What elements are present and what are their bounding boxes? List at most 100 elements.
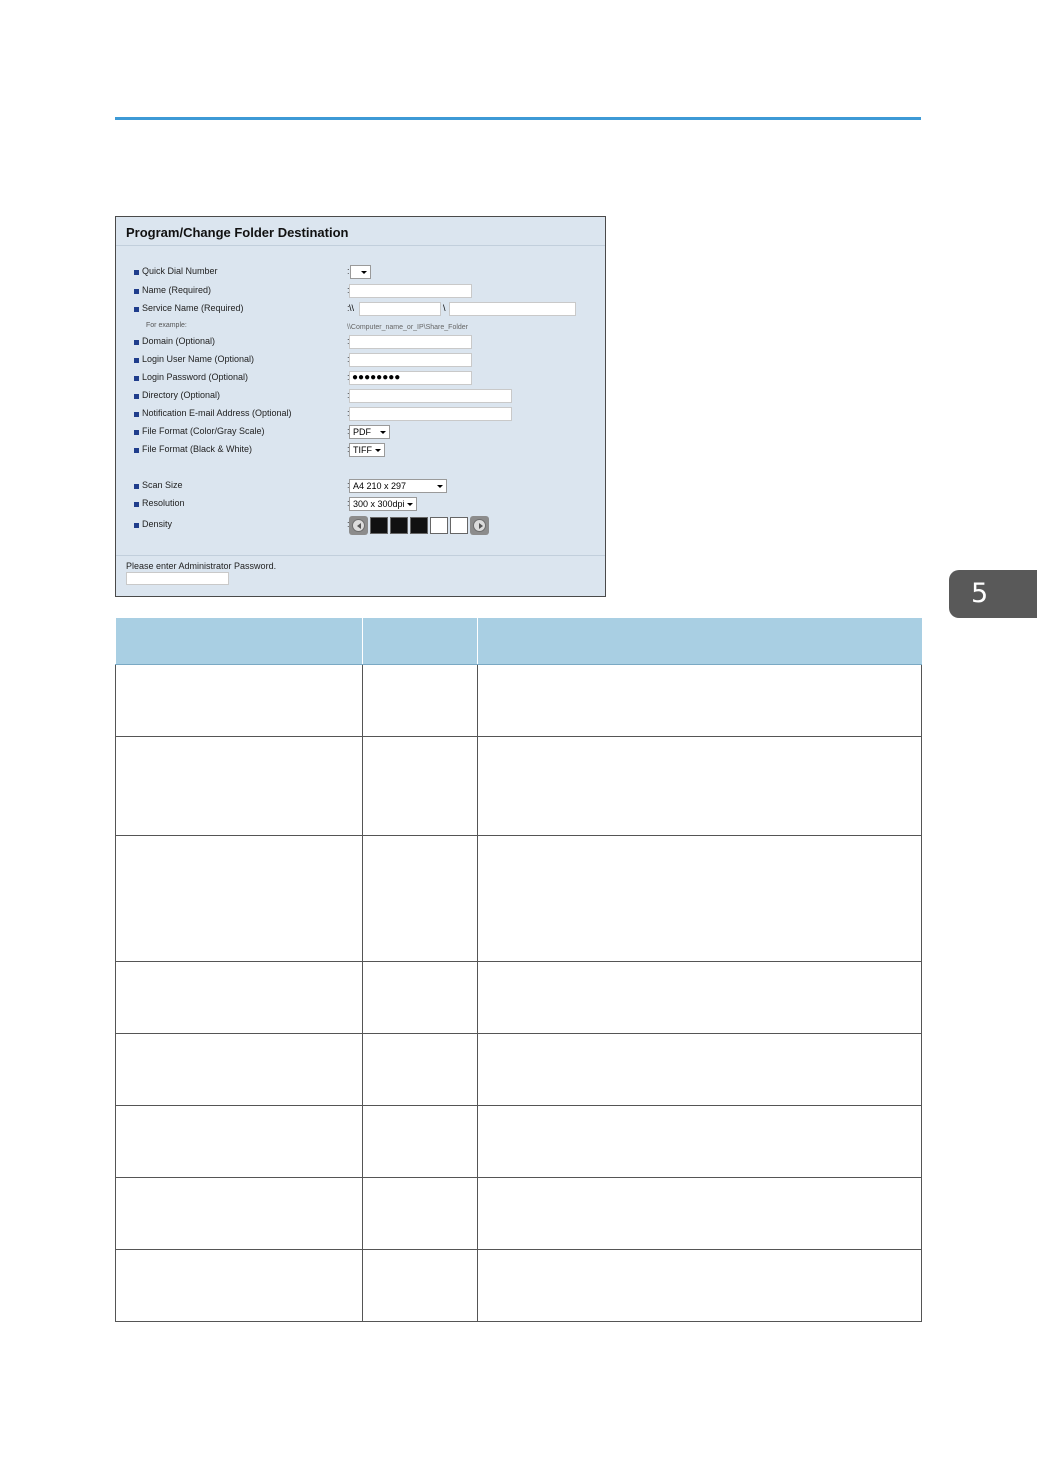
file-format-color-select[interactable]: PDF [349,425,390,439]
unc-prefix: \\ [349,303,355,313]
resolution-select[interactable]: 300 x 300dpi [349,497,417,511]
field-name: Name (Required) : [116,284,605,300]
field-label: Quick Dial Number [142,266,218,276]
scan-size-select[interactable]: A4 210 x 297 [349,479,447,493]
field-domain: Domain (Optional) : [116,335,605,351]
select-value: 300 x 300dpi [353,499,405,509]
admin-password-input[interactable] [126,572,229,585]
table-cell [477,960,922,1034]
field-label: Notification E-mail Address (Optional) [142,408,292,418]
table-cell [115,1104,363,1178]
panel-title: Program/Change Folder Destination [126,225,349,240]
table-cell [115,1176,363,1250]
field-service-name: Service Name (Required) : \\ \ [116,302,605,318]
table-cell [115,1248,363,1322]
field-label: Density [142,519,173,529]
notification-email-input[interactable] [349,407,512,421]
table-header-cell [362,618,478,665]
chevron-down-icon [375,449,381,452]
field-label: Name (Required) [142,285,212,295]
table-row [115,664,922,737]
bullet-icon [134,340,139,345]
bullet-icon [134,270,139,275]
table-cell [477,1032,922,1106]
density-cell [430,517,448,534]
directory-input[interactable] [349,389,512,403]
field-login-password: Login Password (Optional) : ●●●●●●●● [116,371,605,387]
density-control [349,516,490,535]
table-cell [362,1032,478,1106]
field-label: Resolution [142,498,185,508]
table-cell [362,664,478,737]
title-divider [116,245,605,246]
bullet-icon [134,289,139,294]
service-computer-input[interactable] [359,302,441,316]
bullet-icon [134,448,139,453]
table-cell [362,1176,478,1250]
table-row [115,960,922,1034]
table-cell [362,960,478,1034]
example-value: \\Computer_name_or_IP\Share_Folder [347,324,469,331]
bullet-icon [134,523,139,528]
unc-separator: \ [443,303,446,313]
table-cell [477,664,922,737]
field-quick-dial: Quick Dial Number : [116,265,605,281]
table-cell [362,1104,478,1178]
file-format-bw-select[interactable]: TIFF [349,443,385,457]
table-cell [115,960,363,1034]
table-row [115,1104,922,1178]
table-row [115,1032,922,1106]
field-scan-size: Scan Size : A4 210 x 297 [116,479,605,495]
table-cell [477,1248,922,1322]
settings-table [115,618,922,1322]
field-resolution: Resolution : 300 x 300dpi [116,497,605,513]
name-input[interactable] [349,284,472,298]
table-cell [477,1104,922,1178]
density-increase-button[interactable] [470,516,489,535]
density-decrease-button[interactable] [349,516,368,535]
chevron-down-icon [380,431,386,434]
table-cell [115,664,363,737]
table-cell [477,1176,922,1250]
field-login-user: Login User Name (Optional) : [116,353,605,369]
chevron-down-icon [361,271,367,274]
bullet-icon [134,376,139,381]
select-value: A4 210 x 297 [353,481,407,491]
chevron-down-icon [437,485,443,488]
bullet-icon [134,502,139,507]
bullet-icon [134,394,139,399]
field-label: File Format (Color/Gray Scale) [142,426,265,436]
quick-dial-select[interactable] [350,265,371,279]
select-value: PDF [353,427,371,437]
bullet-icon [134,307,139,312]
table-row [115,735,922,836]
chevron-down-icon [407,503,413,506]
field-label: File Format (Black & White) [142,444,253,454]
admin-password-label: Please enter Administrator Password. [126,561,277,571]
field-label: Service Name (Required) [142,303,244,313]
table-cell [115,735,363,836]
field-label: Domain (Optional) [142,336,216,346]
density-cell [390,517,408,534]
density-cell [370,517,388,534]
table-row [115,1176,922,1250]
arrow-right-icon [479,523,483,529]
bullet-icon [134,484,139,489]
field-label: Login User Name (Optional) [142,354,255,364]
table-cell [477,834,922,962]
table-row [115,834,922,962]
field-label: Directory (Optional) [142,390,221,400]
folder-destination-screenshot: Program/Change Folder Destination Quick … [115,216,606,597]
bullet-icon [134,412,139,417]
select-value: TIFF [353,445,372,455]
service-share-input[interactable] [449,302,576,316]
login-password-input[interactable]: ●●●●●●●● [349,371,472,385]
domain-input[interactable] [349,335,472,349]
table-cell [115,834,363,962]
login-user-input[interactable] [349,353,472,367]
table-cell [362,735,478,836]
example-label: For example: [146,322,187,329]
field-file-format-color: File Format (Color/Gray Scale) : PDF [116,425,605,441]
table-cell [362,1248,478,1322]
table-header-row [115,618,922,665]
